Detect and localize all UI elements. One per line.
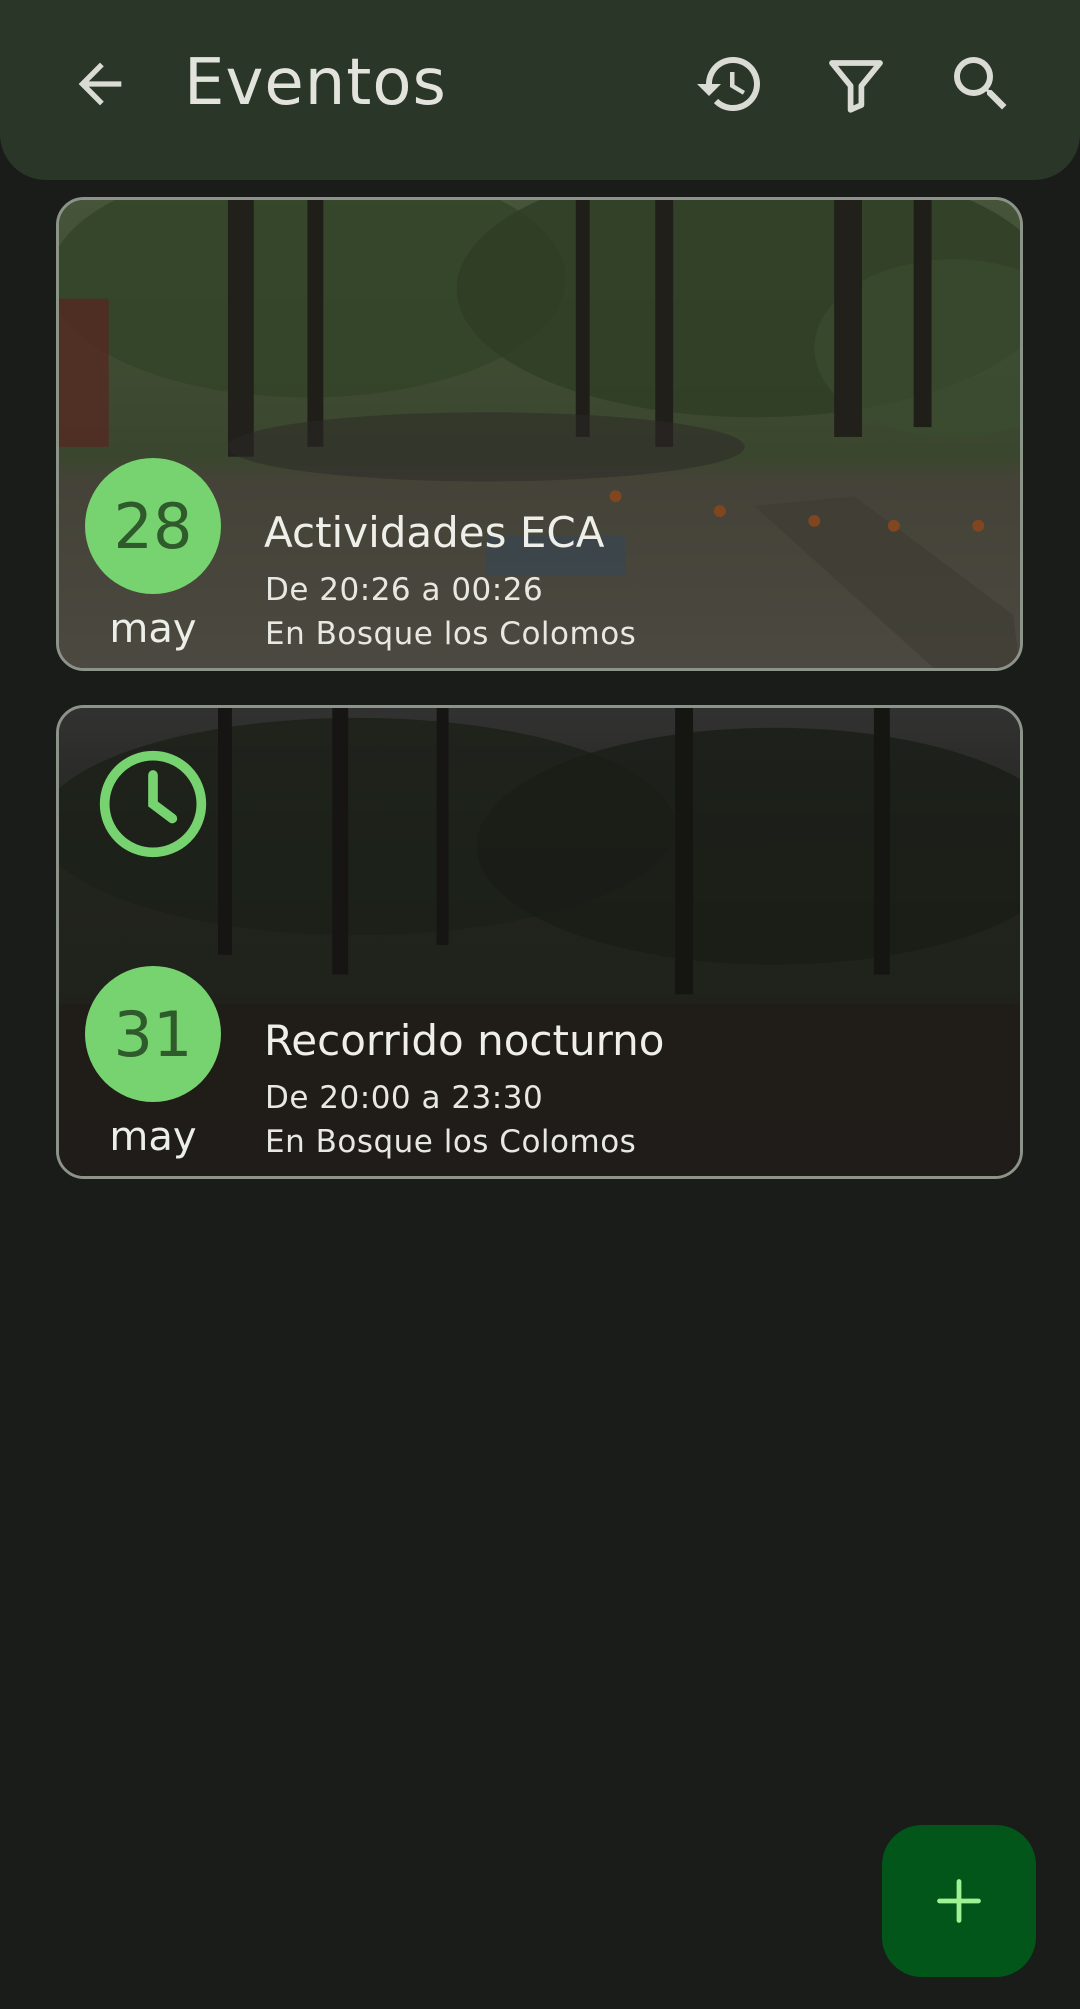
- event-title: Recorrido nocturno: [264, 1016, 665, 1065]
- filter-icon[interactable]: [820, 48, 892, 120]
- arrow-back-icon[interactable]: [68, 52, 132, 116]
- search-icon[interactable]: [945, 48, 1017, 120]
- date-month: may: [109, 1114, 197, 1160]
- plus-icon: [937, 1879, 981, 1923]
- event-card[interactable]: 31 may Recorrido nocturno De 20:00 a 23:…: [56, 705, 1023, 1179]
- date-day-badge: 31: [85, 966, 221, 1102]
- clock-icon: [99, 750, 207, 858]
- top-app-bar: Eventos: [0, 0, 1080, 180]
- date-month: may: [109, 606, 197, 652]
- event-location: En Bosque los Colomos: [265, 616, 637, 652]
- event-title: Actividades ECA: [264, 508, 605, 557]
- event-card[interactable]: 28 may Actividades ECA De 20:26 a 00:26 …: [56, 197, 1023, 671]
- date-day-badge: 28: [85, 458, 221, 594]
- event-time: De 20:26 a 00:26: [265, 572, 544, 608]
- event-location: En Bosque los Colomos: [265, 1124, 637, 1160]
- history-icon[interactable]: [694, 48, 766, 120]
- page-title: Eventos: [184, 46, 447, 120]
- event-time: De 20:00 a 23:30: [265, 1080, 544, 1116]
- add-event-button[interactable]: [882, 1825, 1036, 1977]
